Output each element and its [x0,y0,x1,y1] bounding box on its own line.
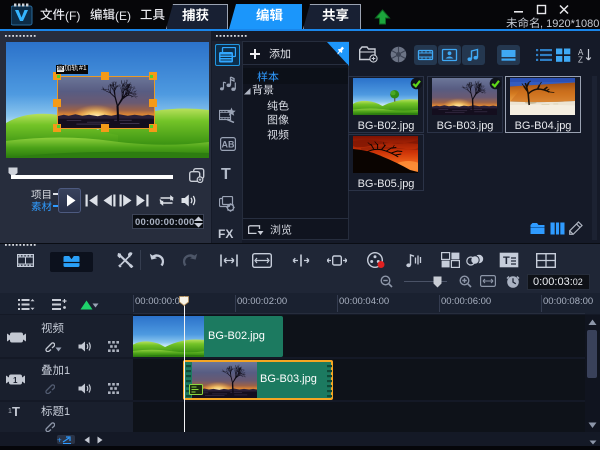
svg-text:T: T [503,255,510,267]
svg-text:Z: Z [578,56,583,64]
svg-text:+: + [57,436,62,445]
svg-text:1: 1 [13,375,18,384]
svg-text:AB: AB [222,140,235,150]
